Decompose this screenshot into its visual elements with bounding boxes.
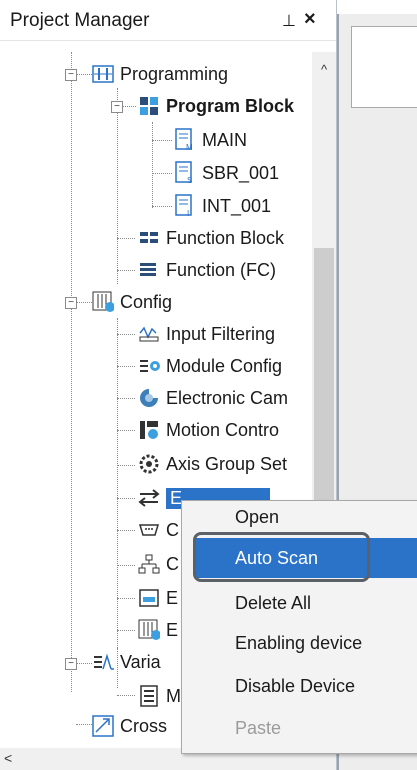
tree-item-label: Varia <box>120 651 161 672</box>
blocks-icon <box>138 95 160 117</box>
menu-item-disable-device[interactable]: Disable Device <box>235 676 355 697</box>
tree-item-network[interactable]: C <box>138 548 179 580</box>
tree-item-label: Cross <box>120 715 168 736</box>
menu-item-open[interactable]: Open <box>235 507 279 528</box>
collapse-programming-toggle[interactable]: − <box>65 69 77 81</box>
module-gear-icon <box>138 355 160 377</box>
panel-header: Project Manager ⊥ × <box>0 0 336 41</box>
close-icon[interactable]: × <box>304 8 316 31</box>
motion-control-icon <box>138 419 160 441</box>
scroll-left-arrow-icon[interactable]: < <box>4 750 12 766</box>
tree-item-axis-group[interactable]: Axis Group Set <box>138 448 287 480</box>
tree-item-label: Program Block <box>166 95 295 116</box>
function-icon <box>138 259 160 281</box>
tree-item-program-block[interactable]: Program Block <box>138 90 294 122</box>
collapse-config-toggle[interactable]: − <box>65 297 77 309</box>
variable-table-icon <box>138 685 160 707</box>
editor-document <box>351 26 417 108</box>
tree-item-motion-control[interactable]: Motion Contro <box>138 414 279 446</box>
expansion-module-icon <box>138 587 160 609</box>
menu-item-paste: Paste <box>235 718 282 738</box>
tree-item-label: Function (FC) <box>166 259 277 280</box>
svg-text:M: M <box>186 143 193 152</box>
editor-top-strip <box>337 0 417 14</box>
tree-item-label: M <box>166 685 181 706</box>
tree-item-label: Electronic Cam <box>166 387 289 408</box>
filter-wave-icon <box>138 323 160 345</box>
menu-item-enabling-device[interactable]: Enabling device <box>235 633 362 654</box>
tree-item-label: E <box>166 587 179 608</box>
tree-item-variable[interactable]: Varia <box>92 646 161 678</box>
collapse-program-block-toggle[interactable]: − <box>111 101 123 113</box>
tree-item-label: C <box>166 553 179 574</box>
tree-item-config[interactable]: Config <box>92 286 172 318</box>
tree-item-label: Input Filtering <box>166 323 276 344</box>
config-module-icon <box>138 619 160 641</box>
cross-reference-icon <box>92 715 114 737</box>
tree-item-expansion-1[interactable]: E <box>138 582 178 614</box>
axis-gear-icon <box>138 453 160 475</box>
tree-item-electronic-cam[interactable]: Electronic Cam <box>138 382 288 414</box>
tree-item-label: SBR_001 <box>202 162 280 183</box>
tree-item-label: Config <box>120 291 173 312</box>
scroll-up-arrow-icon[interactable]: ^ <box>312 60 336 80</box>
tree-item-programming[interactable]: Programming <box>92 58 228 90</box>
cam-icon <box>138 387 160 409</box>
ladder-icon <box>92 63 114 85</box>
tree-item-label: INT_001 <box>202 195 272 216</box>
config-icon <box>92 291 114 313</box>
tree-item-label: E <box>166 619 179 640</box>
main-program-icon: M <box>174 128 196 152</box>
collapse-variable-toggle[interactable]: − <box>65 658 77 670</box>
variable-icon <box>92 651 114 673</box>
tree-item-label: Motion Contro <box>166 419 280 440</box>
tree-item-label: Function Block <box>166 227 285 248</box>
pin-icon[interactable]: ⊥ <box>282 11 296 31</box>
tree-item-label: Axis Group Set <box>166 453 288 474</box>
tree-item-function-block[interactable]: Function Block <box>138 222 284 254</box>
tree-item-input-filtering[interactable]: Input Filtering <box>138 318 275 350</box>
interrupt-icon: I <box>174 194 196 218</box>
tree-item-int[interactable]: I INT_001 <box>174 190 271 222</box>
panel-title: Project Manager <box>10 10 150 31</box>
tree-item-sbr[interactable]: S SBR_001 <box>174 157 279 189</box>
svg-text:I: I <box>187 209 189 218</box>
tree-item-variable-child[interactable]: M <box>138 680 181 712</box>
tree-item-label: MAIN <box>202 129 247 150</box>
serial-port-icon <box>138 519 160 541</box>
network-icon <box>138 553 160 575</box>
tree-item-expansion-2[interactable]: E <box>138 614 178 646</box>
subroutine-icon: S <box>174 161 196 185</box>
tree-item-com[interactable]: C <box>138 514 179 546</box>
svg-text:S: S <box>187 176 192 185</box>
tree-item-module-config[interactable]: Module Config <box>138 350 282 382</box>
tree-item-main[interactable]: M MAIN <box>174 124 247 156</box>
tree-item-label: C <box>166 519 179 540</box>
function-block-icon <box>138 227 160 249</box>
tree-item-label: Module Config <box>166 355 283 376</box>
tree-item-cross[interactable]: Cross <box>92 710 167 742</box>
tree-item-label: Programming <box>120 63 229 84</box>
exchange-arrows-icon <box>138 487 160 509</box>
tree-item-function-fc[interactable]: Function (FC) <box>138 254 276 286</box>
highlight-ring <box>193 532 370 582</box>
menu-item-delete-all[interactable]: Delete All <box>235 593 311 614</box>
